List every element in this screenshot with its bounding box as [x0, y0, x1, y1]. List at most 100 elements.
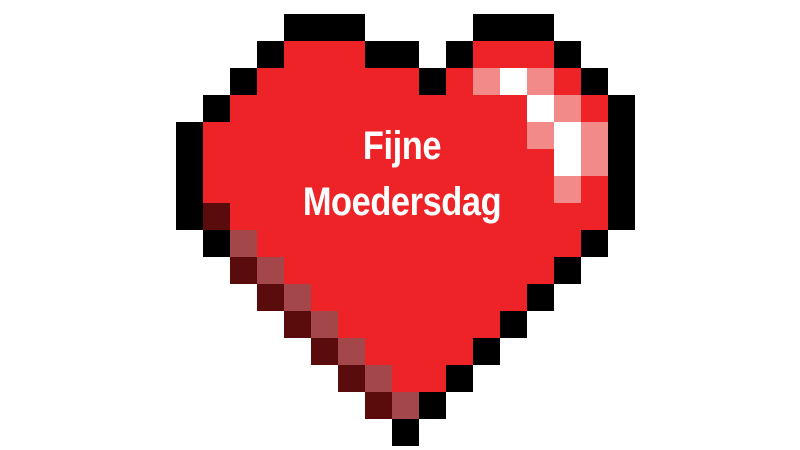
- heart-fill-pixel: [581, 95, 608, 122]
- heart-fill-pixel: [338, 311, 365, 338]
- heart-fill-pixel: [392, 284, 419, 311]
- heart-outline-pixel: [203, 95, 230, 122]
- heart-fill-pixel: [257, 230, 284, 257]
- heart-outline-pixel: [500, 311, 527, 338]
- heart-outline-pixel: [176, 176, 203, 203]
- heart-fill-pixel: [500, 41, 527, 68]
- heart-fill-pixel: [473, 41, 500, 68]
- heart-outline-pixel: [257, 41, 284, 68]
- heart-fill-pixel: [257, 176, 284, 203]
- greeting-line-1: Fijne: [362, 124, 442, 168]
- heart-shadow-pixel: [257, 284, 284, 311]
- heart-fill-pixel: [338, 41, 365, 68]
- heart-fill-pixel: [446, 311, 473, 338]
- heart-fill-pixel: [473, 284, 500, 311]
- heart-outline-pixel: [608, 95, 635, 122]
- heart-outline-pixel: [419, 392, 446, 419]
- heart-highlight-pixel: [581, 149, 608, 176]
- heart-shadow-pixel: [311, 338, 338, 365]
- heart-fill-pixel: [500, 257, 527, 284]
- heart-fill-pixel: [527, 41, 554, 68]
- heart-fill-pixel: [446, 284, 473, 311]
- heart-fill-pixel: [446, 68, 473, 95]
- heart-fill-pixel: [527, 176, 554, 203]
- heart-fill-pixel: [203, 149, 230, 176]
- heart-outline-pixel: [554, 257, 581, 284]
- heart-outline-pixel: [392, 41, 419, 68]
- heart-fill-pixel: [257, 95, 284, 122]
- heart-fill-pixel: [419, 257, 446, 284]
- heart-fill-pixel: [419, 284, 446, 311]
- heart-fill-pixel: [392, 338, 419, 365]
- heart-shadow-pixel: [338, 365, 365, 392]
- heart-outline-pixel: [608, 122, 635, 149]
- heart-fill-pixel: [419, 365, 446, 392]
- heart-fill-pixel: [365, 68, 392, 95]
- heart-shadow-pixel: [203, 203, 230, 230]
- heart-fill-pixel: [419, 230, 446, 257]
- heart-highlight-pixel: [554, 149, 581, 176]
- heart-outline-pixel: [608, 149, 635, 176]
- heart-highlight-pixel: [527, 68, 554, 95]
- heart-fill-pixel: [257, 149, 284, 176]
- heart-outline-pixel: [527, 14, 554, 41]
- heart-fill-pixel: [230, 149, 257, 176]
- heart-fill-pixel: [392, 257, 419, 284]
- heart-fill-pixel: [203, 176, 230, 203]
- heart-fill-pixel: [527, 230, 554, 257]
- heart-fill-pixel: [473, 257, 500, 284]
- heart-fill-pixel: [554, 68, 581, 95]
- heart-shadow-pixel: [392, 392, 419, 419]
- heart-shadow-pixel: [365, 365, 392, 392]
- heart-fill-pixel: [365, 230, 392, 257]
- heart-shadow-pixel: [284, 311, 311, 338]
- heart-fill-pixel: [203, 122, 230, 149]
- greeting-text: Fijne Moedersdag: [287, 118, 517, 230]
- heart-fill-pixel: [311, 230, 338, 257]
- heart-highlight-pixel: [527, 95, 554, 122]
- heart-fill-pixel: [446, 338, 473, 365]
- heart-fill-pixel: [581, 176, 608, 203]
- heart-outline-pixel: [473, 14, 500, 41]
- heart-fill-pixel: [284, 257, 311, 284]
- heart-fill-pixel: [311, 284, 338, 311]
- heart-outline-pixel: [419, 68, 446, 95]
- heart-highlight-pixel: [527, 122, 554, 149]
- heart-shadow-pixel: [311, 311, 338, 338]
- heart-outline-pixel: [203, 230, 230, 257]
- heart-outline-pixel: [581, 68, 608, 95]
- heart-highlight-pixel: [554, 122, 581, 149]
- heart-fill-pixel: [284, 41, 311, 68]
- heart-fill-pixel: [419, 338, 446, 365]
- heart-fill-pixel: [365, 338, 392, 365]
- heart-fill-pixel: [230, 203, 257, 230]
- heart-outline-pixel: [230, 68, 257, 95]
- heart-fill-pixel: [257, 122, 284, 149]
- heart-fill-pixel: [392, 68, 419, 95]
- heart-fill-pixel: [419, 311, 446, 338]
- heart-fill-pixel: [365, 311, 392, 338]
- heart-fill-pixel: [392, 230, 419, 257]
- heart-fill-pixel: [365, 257, 392, 284]
- heart-fill-pixel: [554, 203, 581, 230]
- heart-shadow-pixel: [230, 230, 257, 257]
- heart-outline-pixel: [554, 41, 581, 68]
- heart-fill-pixel: [338, 68, 365, 95]
- heart-outline-pixel: [446, 41, 473, 68]
- heart-outline-pixel: [581, 230, 608, 257]
- heart-fill-pixel: [446, 230, 473, 257]
- heart-fill-pixel: [392, 365, 419, 392]
- heart-outline-pixel: [311, 14, 338, 41]
- heart-outline-pixel: [176, 122, 203, 149]
- heart-fill-pixel: [311, 41, 338, 68]
- heart-fill-pixel: [554, 230, 581, 257]
- heart-outline-pixel: [284, 14, 311, 41]
- heart-outline-pixel: [608, 203, 635, 230]
- heart-fill-pixel: [392, 311, 419, 338]
- heart-fill-pixel: [284, 230, 311, 257]
- heart-shadow-pixel: [284, 284, 311, 311]
- heart-highlight-pixel: [500, 68, 527, 95]
- heart-outline-pixel: [500, 14, 527, 41]
- heart-fill-pixel: [527, 203, 554, 230]
- heart-fill-pixel: [338, 284, 365, 311]
